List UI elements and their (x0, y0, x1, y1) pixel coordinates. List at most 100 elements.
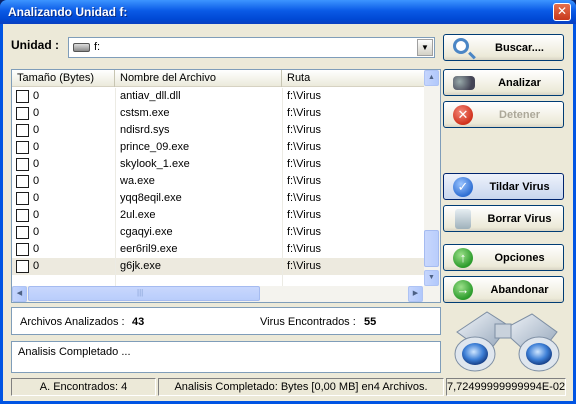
cell-size: 0 (33, 90, 40, 102)
column-header-name[interactable]: Nombre del Archivo (115, 70, 282, 87)
cell-filename: eer6ril9.exe (120, 243, 178, 255)
cell-size: 0 (33, 192, 40, 204)
cell-filename: prince_09.exe (120, 141, 190, 153)
arrow-right-icon: → (453, 280, 473, 300)
row-checkbox[interactable] (16, 124, 29, 137)
row-checkbox[interactable] (16, 107, 29, 120)
column-header-size[interactable]: Tamaño (Bytes) (12, 70, 115, 87)
row-checkbox[interactable] (16, 226, 29, 239)
cell-filename: ndisrd.sys (120, 124, 170, 136)
arrow-up-icon: ↑ (453, 248, 473, 268)
table-row[interactable]: 0 prince_09.exe f:\Virus (12, 139, 426, 156)
options-button[interactable]: ↑ Opciones (443, 244, 564, 271)
mark-virus-button-label: Tildar Virus (489, 181, 550, 193)
window-title: Analizando Unidad f: (8, 5, 128, 19)
cell-filename: cstsm.exe (120, 107, 170, 119)
cell-filename: antiav_dll.dll (120, 90, 181, 102)
cell-filename: yqq8eqil.exe (120, 192, 182, 204)
file-list[interactable]: Tamaño (Bytes) Nombre del Archivo Ruta 0… (11, 69, 441, 303)
cell-path: f:\Virus (287, 175, 322, 187)
row-checkbox[interactable] (16, 175, 29, 188)
stats-panel: Archivos Analizados : 43 Virus Encontrad… (11, 307, 441, 335)
scroll-left-button[interactable]: ◀ (12, 286, 27, 302)
cell-path: f:\Virus (287, 226, 322, 238)
cell-size: 0 (33, 226, 40, 238)
delete-virus-button-label: Borrar Virus (487, 213, 552, 225)
scroll-up-button[interactable]: ▲ (424, 70, 439, 86)
delete-virus-button[interactable]: Borrar Virus (443, 205, 564, 232)
row-checkbox[interactable] (16, 158, 29, 171)
cell-path: f:\Virus (287, 90, 322, 102)
row-checkbox[interactable] (16, 90, 29, 103)
chevron-down-icon[interactable]: ▼ (417, 39, 433, 56)
status-time: 7,72499999999994E-02 (446, 378, 566, 396)
cell-path: f:\Virus (287, 124, 322, 136)
cell-size: 0 (33, 209, 40, 221)
files-analyzed-value: 43 (132, 316, 145, 328)
table-row[interactable]: 0 wa.exe f:\Virus (12, 173, 426, 190)
cell-filename: wa.exe (120, 175, 155, 187)
row-checkbox[interactable] (16, 192, 29, 205)
close-button[interactable]: ✕ (553, 3, 571, 21)
cell-path: f:\Virus (287, 192, 322, 204)
client-area: Unidad : f: ▼ Tamaño (Bytes) Nombre del … (3, 24, 573, 401)
cell-size: 0 (33, 141, 40, 153)
binoculars-icon (453, 76, 475, 90)
drive-select[interactable]: f: ▼ (68, 37, 435, 58)
table-row[interactable]: 0 eer6ril9.exe f:\Virus (12, 241, 426, 258)
table-row[interactable]: 0 yqq8eqil.exe f:\Virus (12, 190, 426, 207)
recycle-bin-icon (455, 209, 471, 229)
drive-icon (73, 43, 90, 52)
cell-size: 0 (33, 175, 40, 187)
cell-path: f:\Virus (287, 107, 322, 119)
column-divider (282, 88, 283, 302)
cell-filename: g6jk.exe (120, 260, 161, 272)
cell-size: 0 (33, 260, 40, 272)
search-button[interactable]: Buscar.... (443, 34, 564, 61)
cell-filename: cgaqyi.exe (120, 226, 173, 238)
files-analyzed-label: Archivos Analizados : (20, 316, 125, 328)
scroll-down-button[interactable]: ▼ (424, 270, 439, 286)
row-checkbox[interactable] (16, 141, 29, 154)
checkmark-icon: ✓ (453, 177, 473, 197)
quit-button-label: Abandonar (490, 284, 549, 296)
cell-filename: skylook_1.exe (120, 158, 190, 170)
cell-size: 0 (33, 158, 40, 170)
table-row[interactable]: 0 g6jk.exe f:\Virus (12, 258, 426, 275)
cell-size: 0 (33, 243, 40, 255)
drive-label: Unidad : (11, 38, 59, 52)
app-window: Analizando Unidad f: ✕ Unidad : f: ▼ Tam… (0, 0, 576, 404)
table-rows: 0 antiav_dll.dll f:\Virus 0 cstsm.exe f:\Viru… (12, 88, 426, 302)
horizontal-scrollbar[interactable]: ◀ ||| ▶ (12, 286, 440, 302)
status-summary: Analisis Completado: Bytes [0,00 MB] en4… (158, 378, 444, 396)
cell-path: f:\Virus (287, 158, 322, 170)
cell-size: 0 (33, 107, 40, 119)
stop-button[interactable]: ✕ Detener (443, 101, 564, 128)
table-row[interactable]: 0 antiav_dll.dll f:\Virus (12, 88, 426, 105)
list-header: Tamaño (Bytes) Nombre del Archivo Ruta (12, 70, 426, 87)
quit-button[interactable]: → Abandonar (443, 276, 564, 303)
analyze-button[interactable]: Analizar (443, 69, 564, 96)
scroll-right-button[interactable]: ▶ (408, 286, 423, 302)
cell-path: f:\Virus (287, 260, 322, 272)
table-row[interactable]: 0 skylook_1.exe f:\Virus (12, 156, 426, 173)
table-row[interactable]: 0 2ul.exe f:\Virus (12, 207, 426, 224)
cell-path: f:\Virus (287, 141, 322, 153)
table-row[interactable]: 0 cgaqyi.exe f:\Virus (12, 224, 426, 241)
row-checkbox[interactable] (16, 260, 29, 273)
title-bar[interactable]: Analizando Unidad f: ✕ (0, 0, 576, 24)
mark-virus-button[interactable]: ✓ Tildar Virus (443, 173, 564, 200)
table-row[interactable]: 0 ndisrd.sys f:\Virus (12, 122, 426, 139)
cell-path: f:\Virus (287, 209, 322, 221)
row-checkbox[interactable] (16, 243, 29, 256)
vertical-scrollbar[interactable]: ▲ ▼ (424, 70, 440, 286)
stop-icon: ✕ (453, 105, 473, 125)
horizontal-scroll-thumb[interactable]: ||| (28, 286, 260, 301)
column-header-path[interactable]: Ruta (282, 70, 426, 87)
binoculars-icon (454, 311, 560, 372)
table-row[interactable]: 0 cstsm.exe f:\Virus (12, 105, 426, 122)
vertical-scroll-thumb[interactable] (424, 230, 439, 267)
row-checkbox[interactable] (16, 209, 29, 222)
search-button-label: Buscar.... (495, 42, 544, 54)
stop-button-label: Detener (499, 109, 540, 121)
